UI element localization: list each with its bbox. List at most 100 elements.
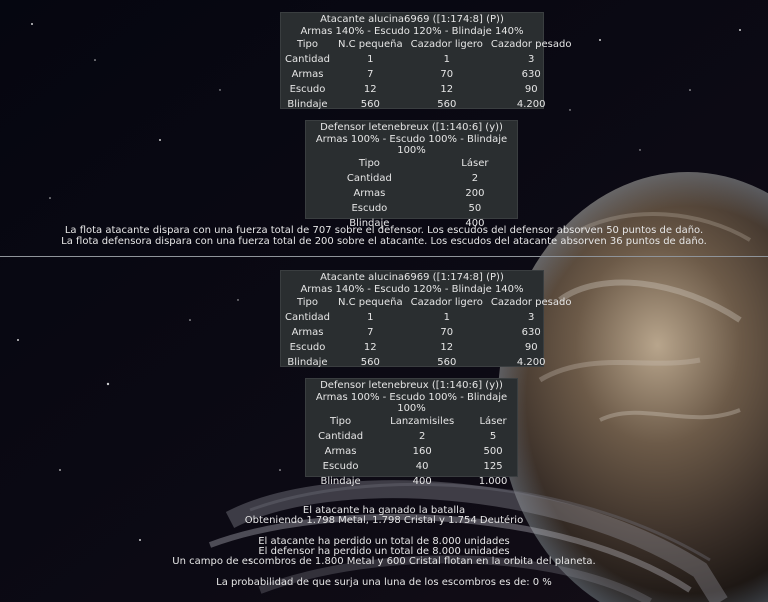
table-cell: 560 <box>437 99 457 110</box>
attacker-fleet-table: Tipo N.C pequeña Cazador ligero Cazador … <box>281 295 575 370</box>
table-cell: Blindaje <box>320 476 361 487</box>
table-cell: Tipo <box>296 297 319 308</box>
attacker-title: Atacante alucina6969 ([1:174:8] (P)) <box>320 272 504 283</box>
attacker-panel-round-2: Atacante alucina6969 ([1:174:8] (P)) Arm… <box>280 270 571 368</box>
defense-message: La flota defensora dispara con una fuerz… <box>61 236 707 247</box>
table-cell: 1.000 <box>478 476 508 487</box>
table-cell: 70 <box>440 69 454 80</box>
table-cell: 500 <box>483 446 503 457</box>
table-row: Blindaje 400 1.000 <box>306 474 517 489</box>
table-cell: 7 <box>367 327 374 338</box>
table-row: Armas 160 500 <box>306 444 517 459</box>
defender-tech: Armas 100% - Escudo 100% - Blindaje 100% <box>315 134 508 156</box>
table-row: Tipo Láser <box>306 156 517 171</box>
table-cell: 3 <box>528 54 535 65</box>
table-cell: 7 <box>367 69 374 80</box>
table-row: Armas 7 70 630 <box>281 325 575 340</box>
round-divider <box>0 256 768 257</box>
attacker-tech: Armas 140% - Escudo 120% - Blindaje 140% <box>300 26 524 37</box>
table-cell: Láser <box>479 416 507 427</box>
combat-report: Atacante alucina6969 ([1:174:8] (P)) Arm… <box>0 0 768 602</box>
table-row: Cantidad 1 1 3 <box>281 52 575 67</box>
attacker-fleet-table: Tipo N.C pequeña Cazador ligero Cazador … <box>281 37 575 112</box>
table-row: Escudo 50 <box>306 201 517 216</box>
table-row: Blindaje 560 560 4.200 <box>281 355 575 370</box>
table-cell: 1 <box>367 312 374 323</box>
defender-tech: Armas 100% - Escudo 100% - Blindaje 100% <box>315 392 508 414</box>
table-cell: Tipo <box>330 416 352 427</box>
table-row: Escudo 12 12 90 <box>281 82 575 97</box>
table-cell: 1 <box>443 312 450 323</box>
table-cell: Escudo <box>322 461 359 472</box>
table-cell: 160 <box>412 446 432 457</box>
defender-fleet-table: Tipo Láser Cantidad 2 Armas 200 Escudo 5… <box>306 156 517 231</box>
table-cell: N.C pequeña <box>337 297 403 308</box>
table-cell: 1 <box>367 54 374 65</box>
table-cell: 90 <box>524 84 538 95</box>
defender-title: Defensor letenebreux ([1:140:6] (y)) <box>320 122 503 133</box>
defender-panel-round-2: Defensor letenebreux ([1:140:6] (y)) Arm… <box>305 378 518 487</box>
table-row: Cantidad 2 5 <box>306 429 517 444</box>
table-cell: 2 <box>418 431 426 442</box>
table-cell: 630 <box>521 69 541 80</box>
defender-title: Defensor letenebreux ([1:140:6] (y)) <box>320 380 503 391</box>
moon-chance-message: La probabilidad de que surja una luna de… <box>216 577 552 588</box>
table-cell: Cantidad <box>346 173 392 184</box>
table-cell: 12 <box>440 342 454 353</box>
table-cell: Cazador pesado <box>490 39 572 50</box>
table-row: Tipo N.C pequeña Cazador ligero Cazador … <box>281 295 575 310</box>
defender-panel-round-1: Defensor letenebreux ([1:140:6] (y)) Arm… <box>305 120 518 229</box>
debris-message: Un campo de escombros de 1.800 Metal y 6… <box>172 556 596 567</box>
table-cell: Blindaje <box>287 357 328 368</box>
table-cell: 3 <box>528 312 535 323</box>
table-cell: Escudo <box>289 84 326 95</box>
table-row: Armas 7 70 630 <box>281 67 575 82</box>
table-cell: N.C pequeña <box>337 39 403 50</box>
attacker-title: Atacante alucina6969 ([1:174:8] (P)) <box>320 14 504 25</box>
table-cell: Láser <box>461 158 489 169</box>
table-row: Blindaje 560 560 4.200 <box>281 97 575 112</box>
attacker-panel-round-1: Atacante alucina6969 ([1:174:8] (P)) Arm… <box>280 12 571 110</box>
table-cell: 50 <box>468 203 482 214</box>
table-cell: 4.200 <box>516 357 546 368</box>
table-cell: 90 <box>524 342 538 353</box>
table-cell: 12 <box>363 342 377 353</box>
table-row: Cantidad 2 <box>306 171 517 186</box>
table-cell: Cazador pesado <box>490 297 572 308</box>
table-cell: Armas <box>291 69 324 80</box>
table-cell: 1 <box>443 54 450 65</box>
table-row: Escudo 40 125 <box>306 459 517 474</box>
table-cell: Tipo <box>358 158 380 169</box>
table-cell: Cazador ligero <box>410 39 483 50</box>
table-cell: Armas <box>324 446 357 457</box>
table-row: Tipo N.C pequeña Cazador ligero Cazador … <box>281 37 575 52</box>
table-row: Escudo 12 12 90 <box>281 340 575 355</box>
table-cell: 560 <box>437 357 457 368</box>
table-cell: Blindaje <box>287 99 328 110</box>
table-cell: 40 <box>415 461 429 472</box>
table-cell: Cantidad <box>285 312 330 323</box>
table-cell: 125 <box>483 461 503 472</box>
table-cell: Cantidad <box>285 54 330 65</box>
table-cell: Tipo <box>296 39 319 50</box>
table-cell: Armas <box>291 327 324 338</box>
table-cell: 560 <box>360 357 380 368</box>
loot-message: Obteniendo 1.798 Metal, 1.798 Cristal y … <box>244 515 524 526</box>
table-row: Armas 200 <box>306 186 517 201</box>
table-cell: Escudo <box>351 203 388 214</box>
table-cell: Lanzamisiles <box>390 416 455 427</box>
table-cell: 2 <box>471 173 479 184</box>
table-cell: Cazador ligero <box>410 297 483 308</box>
table-cell: Cantidad <box>318 431 364 442</box>
table-cell: 12 <box>440 84 454 95</box>
attack-message: La flota atacante dispara con una fuerza… <box>64 225 704 236</box>
table-cell: Armas <box>353 188 386 199</box>
table-cell: 630 <box>521 327 541 338</box>
table-row: Tipo Lanzamisiles Láser <box>306 414 517 429</box>
table-cell: Escudo <box>289 342 326 353</box>
table-row: Cantidad 1 1 3 <box>281 310 575 325</box>
table-cell: 5 <box>489 431 497 442</box>
table-cell: 560 <box>360 99 380 110</box>
table-cell: 4.200 <box>516 99 546 110</box>
table-cell: 400 <box>412 476 432 487</box>
